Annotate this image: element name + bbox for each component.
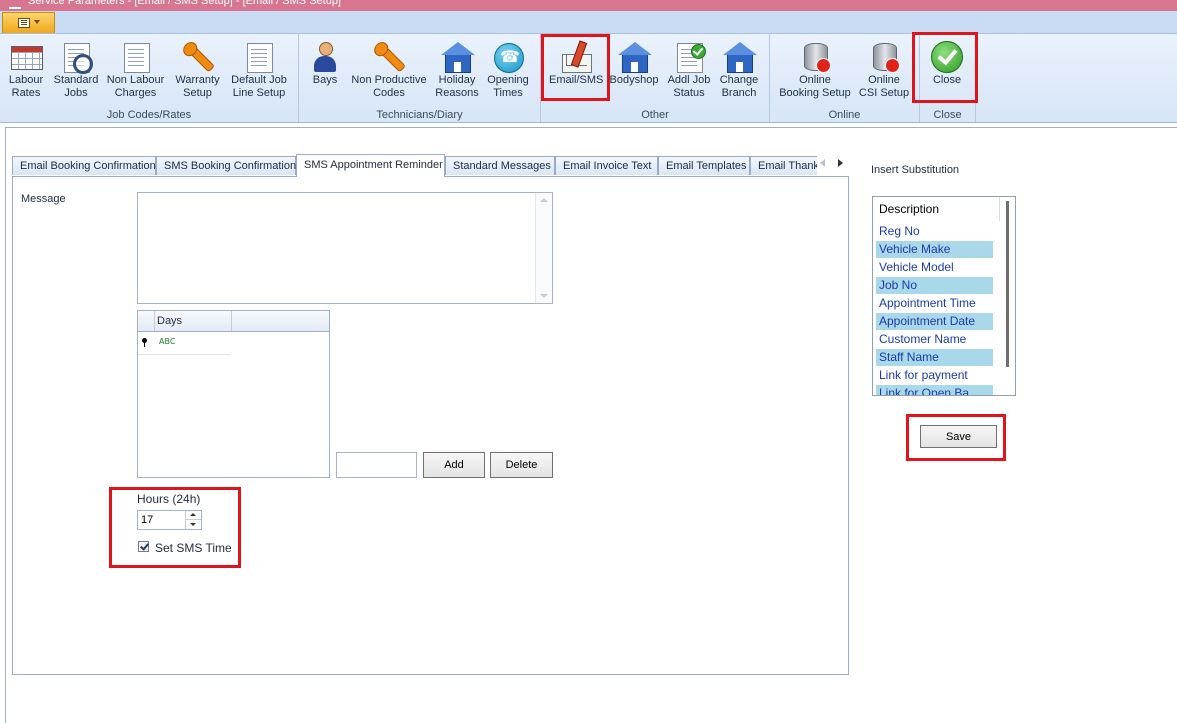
list-item[interactable]: Appointment Time	[876, 295, 993, 312]
online-booking-setup-button[interactable]: Online Booking Setup	[778, 36, 852, 106]
close-button[interactable]: Close	[926, 36, 968, 106]
labour-rates-button[interactable]: Labour Rates	[3, 36, 49, 106]
ribbon-group-online: Online Booking Setup Online CSI Setup On…	[770, 34, 920, 122]
scroll-up-icon[interactable]	[540, 198, 548, 202]
change-branch-button[interactable]: Change Branch	[716, 36, 762, 106]
online-csi-setup-button[interactable]: Online CSI Setup	[855, 36, 913, 106]
list-item[interactable]: Link for payment	[876, 367, 993, 384]
hours-label: Hours (24h)	[137, 492, 201, 506]
delete-button[interactable]: Delete	[490, 452, 553, 478]
wrench-icon	[185, 43, 215, 73]
ribbon-group-close: Close Close	[920, 34, 976, 122]
tab-standard-messages[interactable]: Standard Messages	[445, 156, 555, 175]
tab-sms-appointment-reminder[interactable]: SMS Appointment Reminder	[296, 154, 445, 177]
document-wrench-icon	[247, 43, 273, 73]
tab-strip: Email Booking Confirmation SMS Booking C…	[12, 154, 817, 177]
list-item[interactable]: Vehicle Model	[876, 259, 993, 276]
tab-scroll-right-icon[interactable]	[835, 157, 845, 169]
tab-email-invoice-text[interactable]: Email Invoice Text	[555, 156, 658, 175]
scroll-down-icon[interactable]	[540, 294, 548, 298]
person-icon	[314, 42, 336, 72]
hours-input[interactable]	[140, 512, 185, 528]
house-icon	[723, 42, 757, 73]
hours-stepper[interactable]	[137, 510, 202, 530]
list-item[interactable]: Reg No	[876, 223, 993, 240]
set-sms-time-checkbox[interactable]	[138, 541, 149, 552]
day-input[interactable]	[336, 452, 417, 478]
chevron-down-icon	[34, 20, 40, 24]
database-error-icon	[873, 43, 900, 73]
tab-sms-booking-confirmation[interactable]: SMS Booking Confirmation	[156, 156, 296, 175]
scroll-thumb[interactable]	[1006, 201, 1009, 367]
window-menu-icon[interactable]	[9, 0, 21, 9]
ribbon-group-technicians-diary: Bays Non Productive Codes Holiday Reason…	[299, 34, 541, 122]
app-menu-strip	[0, 11, 1177, 34]
list-item[interactable]: Vehicle Make	[876, 241, 993, 258]
ribbon-group-label: Close	[933, 109, 962, 121]
list-item[interactable]: Appointment Date	[876, 313, 993, 330]
ribbon-group-job-codes-rates: Labour Rates Standard Jobs Non Labour Ch…	[0, 34, 299, 122]
save-button[interactable]: Save	[920, 425, 997, 448]
pin-icon	[142, 338, 147, 347]
ribbon-group-other: Email/SMS Bodyshop Addl Job Status Chang…	[541, 34, 770, 122]
opening-times-button[interactable]: Opening Times	[486, 36, 530, 106]
message-textarea[interactable]	[137, 192, 553, 304]
list-item[interactable]: Link for Open Ba	[876, 385, 993, 395]
phone-icon	[494, 43, 524, 73]
app-menu-button[interactable]	[2, 12, 55, 33]
spin-up-icon[interactable]	[186, 511, 201, 520]
ribbon-group-label: Job Codes/Rates	[106, 109, 192, 121]
list-item[interactable]: Customer Name	[876, 331, 993, 348]
ribbon-group-label: Technicians/Diary	[376, 109, 463, 121]
ribbon-group-label: Online	[828, 109, 861, 121]
substitution-scrollbar[interactable]	[1001, 197, 1015, 395]
bodyshop-button[interactable]: Bodyshop	[609, 36, 659, 106]
days-grid-header: Days	[138, 311, 329, 332]
wrench-icon	[377, 43, 406, 73]
default-job-line-setup-button[interactable]: Default Job Line Setup	[229, 36, 289, 106]
bays-button[interactable]: Bays	[307, 36, 343, 106]
days-column-header[interactable]: Days	[155, 311, 232, 331]
add-button[interactable]: Add	[423, 452, 485, 478]
non-labour-charges-icon	[123, 43, 150, 73]
green-check-icon	[931, 41, 963, 73]
warranty-setup-button[interactable]: Warranty Setup	[170, 36, 225, 106]
holiday-reasons-button[interactable]: Holiday Reasons	[433, 36, 481, 106]
tab-email-thank[interactable]: Email Thank	[750, 156, 817, 175]
message-scrollbar[interactable]	[535, 193, 552, 303]
tab-email-templates[interactable]: Email Templates	[658, 156, 750, 175]
database-error-icon	[804, 43, 831, 73]
house-icon	[441, 42, 475, 73]
insert-substitution-label: Insert Substitution	[871, 164, 960, 176]
message-label: Message	[21, 193, 66, 205]
labour-rates-icon	[11, 46, 43, 70]
new-row[interactable]: ABC	[138, 332, 230, 355]
tab-scroll-left-icon[interactable]	[818, 157, 828, 169]
ribbon: Labour Rates Standard Jobs Non Labour Ch…	[0, 34, 1177, 123]
hours-spin-buttons[interactable]	[185, 511, 201, 529]
email-sms-button[interactable]: Email/SMS	[549, 36, 603, 106]
addl-job-status-button[interactable]: Addl Job Status	[665, 36, 713, 106]
description-column-header[interactable]: Description	[873, 197, 1000, 221]
list-item[interactable]: Staff Name	[876, 349, 993, 366]
text-type-icon: ABC	[159, 337, 176, 346]
set-sms-time-label: Set SMS Time	[155, 541, 232, 555]
row-header	[138, 311, 155, 331]
standard-jobs-button[interactable]: Standard Jobs	[51, 36, 101, 106]
days-grid[interactable]: Days ABC	[137, 310, 330, 478]
title-bar: Service Parameters - [Email / SMS Setup]…	[0, 0, 1177, 11]
window-title: Service Parameters - [Email / SMS Setup]…	[28, 0, 341, 7]
non-labour-charges-button[interactable]: Non Labour Charges	[104, 36, 167, 106]
tab-email-booking-confirmation[interactable]: Email Booking Confirmation	[12, 156, 156, 175]
non-productive-codes-button[interactable]: Non Productive Codes	[350, 36, 428, 106]
list-item[interactable]: Job No	[876, 277, 993, 294]
ribbon-group-label: Other	[641, 109, 669, 121]
document-list-icon	[18, 18, 30, 28]
substitution-list[interactable]: Description Reg No Vehicle Make Vehicle …	[872, 196, 1016, 396]
house-icon	[618, 42, 652, 73]
